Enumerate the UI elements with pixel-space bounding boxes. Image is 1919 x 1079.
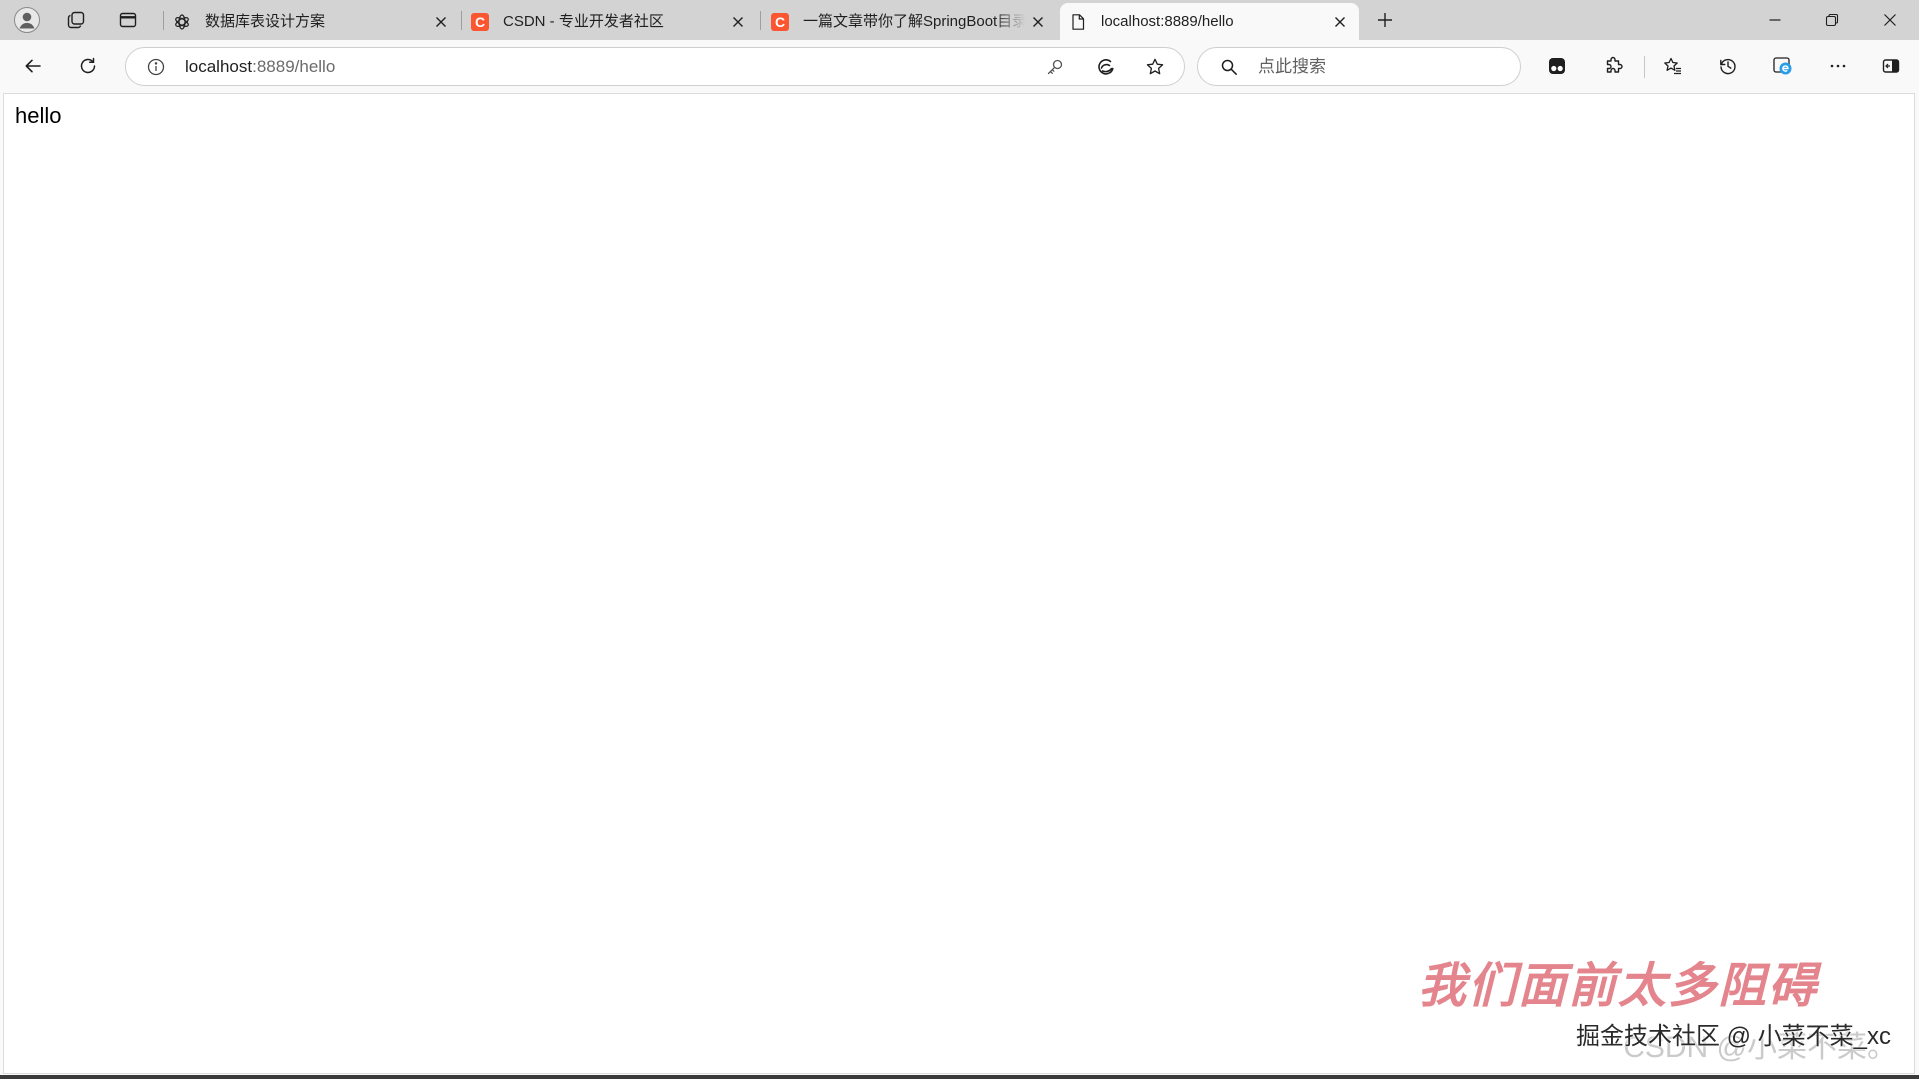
search-box[interactable] xyxy=(1197,47,1521,86)
puzzle-icon xyxy=(1606,56,1623,73)
refresh-button[interactable] xyxy=(70,48,106,84)
close-icon xyxy=(1884,14,1896,26)
avatar-icon xyxy=(14,7,40,33)
settings-more-button[interactable] xyxy=(1818,46,1858,86)
key-icon xyxy=(1047,59,1063,74)
search-input[interactable] xyxy=(1258,53,1498,80)
back-arrow-icon xyxy=(25,59,41,73)
tab-close-button[interactable] xyxy=(1327,9,1353,35)
minimize-icon xyxy=(1769,19,1781,21)
tab-title: localhost:8889/hello xyxy=(1101,12,1234,30)
password-button[interactable] xyxy=(1039,50,1071,83)
search-button[interactable] xyxy=(1215,51,1243,82)
slogan-watermark: 我们面前太多阻碍 xyxy=(1417,958,1818,1014)
tab-database-design[interactable]: 数据库表设计方案 xyxy=(164,3,460,40)
tab-favicon xyxy=(1069,13,1087,31)
chatgpt-icon xyxy=(175,13,189,30)
page-viewport: hello xyxy=(3,93,1915,1074)
profile-button[interactable] xyxy=(9,4,45,36)
edge-icon xyxy=(1098,58,1114,75)
tab-favicon: C xyxy=(471,12,489,31)
extensions-button[interactable] xyxy=(1593,46,1633,86)
tab-close-button[interactable] xyxy=(725,9,751,35)
more-icon xyxy=(1830,64,1846,68)
close-icon xyxy=(1335,16,1345,27)
toolbar-divider xyxy=(1644,56,1645,78)
restore-icon xyxy=(1825,13,1839,27)
info-icon xyxy=(147,58,165,75)
back-button[interactable] xyxy=(15,48,51,84)
edge-feature-button[interactable] xyxy=(1090,50,1122,83)
close-icon xyxy=(733,16,743,27)
page-body-text: hello xyxy=(15,103,62,128)
workspaces-icon xyxy=(67,11,85,29)
tab-csdn-home[interactable]: C CSDN - 专业开发者社区 xyxy=(462,3,757,40)
page-icon xyxy=(1072,13,1085,30)
url-path: :8889/hello xyxy=(252,57,336,76)
favorites-button[interactable] xyxy=(1653,46,1693,86)
search-icon xyxy=(1221,59,1237,75)
tab-actions-button[interactable] xyxy=(110,4,146,36)
tab-favicon: C xyxy=(771,12,789,31)
ie-mode-icon xyxy=(1773,57,1792,75)
address-bar[interactable]: localhost:8889/hello xyxy=(125,47,1185,86)
star-icon xyxy=(1146,58,1164,74)
close-window-button[interactable] xyxy=(1868,0,1912,40)
csdn-icon: C xyxy=(471,12,489,31)
refresh-icon xyxy=(80,57,96,74)
tampermonkey-icon xyxy=(1549,58,1565,74)
plus-icon xyxy=(1378,13,1392,27)
tab-title: 数据库表设计方案 xyxy=(205,12,326,30)
ie-mode-button[interactable] xyxy=(1763,46,1803,86)
juejin-watermark: 掘金技术社区 @ 小菜不菜_xc xyxy=(1575,1023,1891,1050)
csdn-icon: C xyxy=(771,12,789,31)
tab-strip: 数据库表设计方案 C CSDN - 专业开发者社区 C 一篇文章带你了解Spri… xyxy=(0,0,1919,40)
taskbar-edge xyxy=(0,1075,1919,1079)
tab-favicon xyxy=(173,13,191,31)
add-favorite-button[interactable] xyxy=(1139,50,1171,83)
tampermonkey-extension-button[interactable] xyxy=(1537,46,1577,86)
tab-close-button[interactable] xyxy=(1025,9,1051,35)
tab-localhost-hello[interactable]: localhost:8889/hello xyxy=(1060,3,1359,40)
url-text[interactable]: localhost:8889/hello xyxy=(185,48,335,85)
navigation-toolbar: localhost:8889/hello xyxy=(0,40,1919,93)
minimize-button[interactable] xyxy=(1753,0,1797,40)
favorites-icon xyxy=(1664,57,1681,75)
tab-separator xyxy=(760,11,761,30)
close-icon xyxy=(436,16,446,27)
tab-title: 一篇文章带你了解SpringBoot目录 xyxy=(803,12,1025,30)
sidebar-icon xyxy=(1882,59,1900,73)
tab-springboot-article[interactable]: C 一篇文章带你了解SpringBoot目录 xyxy=(762,3,1057,40)
tab-title: CSDN - 专业开发者社区 xyxy=(503,12,664,30)
tab-close-button[interactable] xyxy=(428,9,454,35)
new-tab-button[interactable] xyxy=(1367,4,1403,36)
url-host: localhost xyxy=(185,57,253,76)
restore-button[interactable] xyxy=(1810,0,1854,40)
history-icon xyxy=(1720,58,1736,75)
tab-actions-icon xyxy=(119,12,137,28)
sidebar-toggle-button[interactable] xyxy=(1871,46,1911,86)
close-icon xyxy=(1033,16,1043,27)
site-info-button[interactable] xyxy=(140,50,172,83)
history-button[interactable] xyxy=(1708,46,1748,86)
workspaces-button[interactable] xyxy=(58,4,94,36)
